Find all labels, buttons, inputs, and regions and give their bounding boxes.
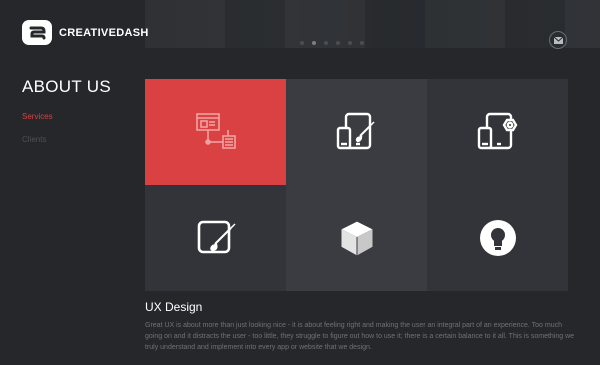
slider-dots [300, 41, 364, 45]
slider-dot[interactable] [324, 41, 328, 45]
app-development-icon [477, 112, 517, 150]
3d-cube-icon [340, 220, 373, 257]
hero-slider [145, 0, 600, 48]
service-tile-3d[interactable] [286, 185, 427, 291]
service-description: Great UX is about more than just looking… [145, 322, 575, 351]
graphic-design-icon [197, 220, 236, 254]
service-title: UX Design [145, 300, 203, 314]
service-tile-app-development[interactable] [427, 79, 568, 185]
slider-dot[interactable] [312, 41, 316, 45]
nav-item-services[interactable]: Services [22, 112, 111, 121]
ux-wireframe-icon [195, 113, 236, 149]
about-sidebar: ABOUT US Services Clients [22, 77, 111, 158]
slider-dot[interactable] [360, 41, 364, 45]
service-tile-ideas[interactable] [427, 185, 568, 291]
page-title: ABOUT US [22, 77, 111, 96]
service-tile-responsive-design[interactable] [286, 79, 427, 185]
brand-name: CREATIVEDASH [59, 26, 149, 39]
logo-mark-icon [22, 20, 52, 45]
service-tile-ux-design[interactable] [145, 79, 286, 185]
slider-dot[interactable] [336, 41, 340, 45]
brand-logo[interactable]: CREATIVEDASH [22, 20, 149, 45]
contact-button[interactable] [549, 31, 567, 49]
slider-dot[interactable] [300, 41, 304, 45]
nav-item-clients[interactable]: Clients [22, 135, 111, 144]
slider-dot[interactable] [348, 41, 352, 45]
envelope-icon [553, 36, 563, 44]
lightbulb-icon [479, 220, 516, 256]
responsive-design-icon [336, 112, 375, 150]
service-tile-graphic-design[interactable] [145, 185, 286, 291]
services-grid [145, 79, 568, 291]
